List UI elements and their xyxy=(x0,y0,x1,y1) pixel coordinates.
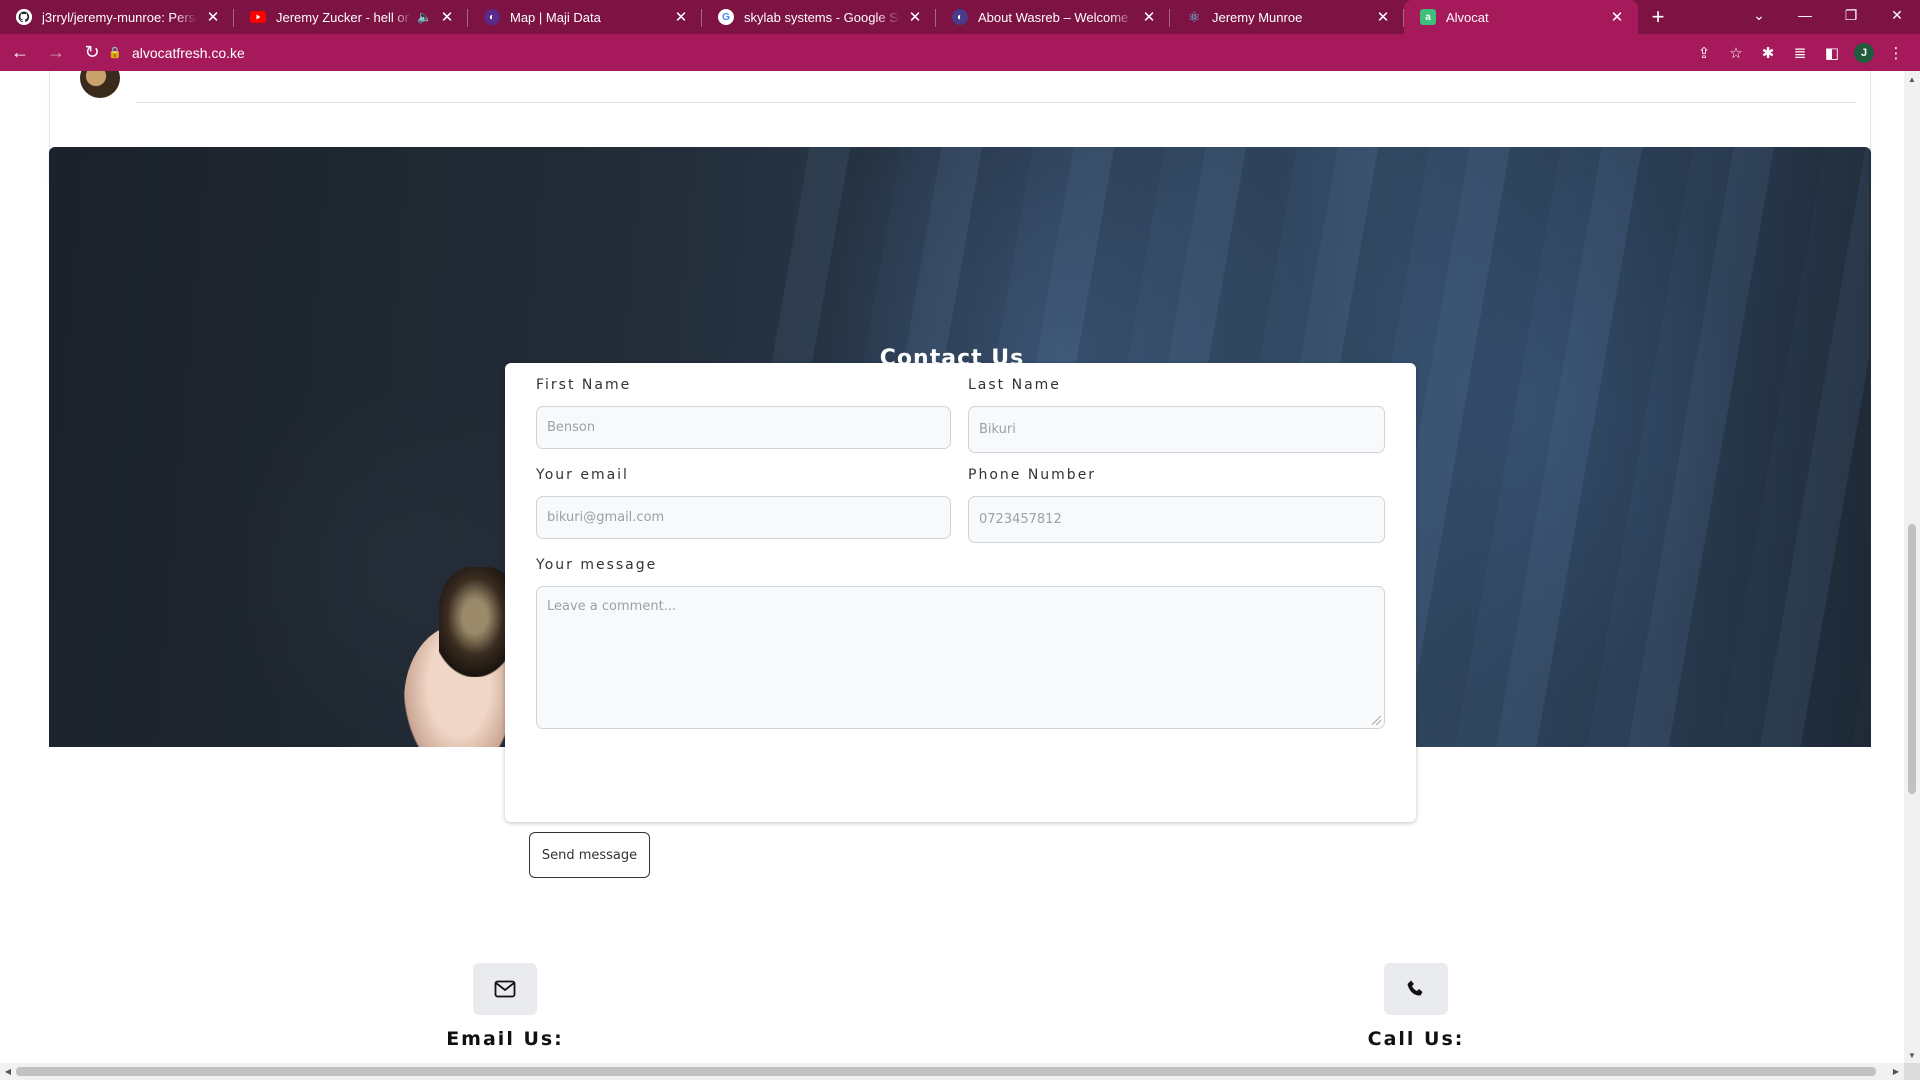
page-viewport: Contact Us First Name Benson Last Name B… xyxy=(0,71,1904,1063)
close-tab-icon[interactable]: ✕ xyxy=(204,8,222,26)
email-icon xyxy=(473,963,537,1015)
lock-icon[interactable]: 🔒 xyxy=(108,46,122,59)
tab-strip: j3rryl/jeremy-munroe: Personal Portfolio… xyxy=(0,0,1920,34)
tab-title: Alvocat xyxy=(1446,9,1489,25)
tab-github[interactable]: j3rryl/jeremy-munroe: Personal Portfolio… xyxy=(0,0,234,34)
horizontal-scroll-thumb[interactable] xyxy=(16,1067,1876,1076)
address-bar[interactable]: 🔒 alvocatfresh.co.ke xyxy=(108,38,1528,67)
send-message-button[interactable]: Send message xyxy=(529,832,650,878)
first-name-label: First Name xyxy=(536,377,632,393)
extensions-icon[interactable]: ✱ xyxy=(1752,37,1784,69)
email-label: Your email xyxy=(536,467,629,483)
first-name-field[interactable]: Benson xyxy=(536,406,951,449)
minimize-button[interactable]: — xyxy=(1782,0,1828,30)
forward-button[interactable]: → xyxy=(40,37,72,69)
last-name-label: Last Name xyxy=(968,377,1061,393)
tab-title: About Wasreb – Welcome to Wasreb xyxy=(978,9,1134,25)
close-tab-icon[interactable]: ✕ xyxy=(438,8,456,26)
scroll-up-arrow[interactable]: ▲ xyxy=(1904,71,1920,87)
tab-maji-data[interactable]: ◐ Map | Maji Data ✕ xyxy=(468,0,702,34)
back-button[interactable]: ← xyxy=(4,37,36,69)
tab-google-search[interactable]: G skylab systems - Google Search ✕ xyxy=(702,0,936,34)
contact-form: First Name Benson Last Name Bikuri Your … xyxy=(505,363,1416,878)
tab-title: Map | Maji Data xyxy=(510,9,601,25)
close-tab-icon[interactable]: ✕ xyxy=(906,8,924,26)
bookmark-star-icon[interactable]: ☆ xyxy=(1720,37,1752,69)
window-controls: ⌄ — ❐ ✕ xyxy=(1736,0,1920,34)
avatar xyxy=(80,71,120,98)
google-icon: G xyxy=(718,9,734,25)
vertical-scrollbar[interactable]: ▲ ▼ xyxy=(1904,71,1920,1063)
message-placeholder: Leave a comment... xyxy=(547,599,677,614)
tab-title: skylab systems - Google Search xyxy=(744,9,900,25)
menu-icon[interactable]: ⋮ xyxy=(1880,37,1912,69)
youtube-icon xyxy=(250,9,266,25)
scroll-right-arrow[interactable]: ▶ xyxy=(1888,1063,1904,1080)
last-name-field[interactable]: Bikuri xyxy=(968,406,1385,453)
close-tab-icon[interactable]: ✕ xyxy=(672,8,690,26)
url-text[interactable]: alvocatfresh.co.ke xyxy=(132,45,245,61)
react-icon: ⚛ xyxy=(1187,8,1201,25)
call-us-title: Call Us: xyxy=(1367,1028,1465,1050)
tab-wasreb[interactable]: ◐ About Wasreb – Welcome to Wasreb ✕ xyxy=(936,0,1170,34)
phone-icon xyxy=(1384,963,1448,1015)
tab-search-icon[interactable]: ⌄ xyxy=(1736,0,1782,30)
new-tab-button[interactable]: + xyxy=(1638,0,1678,34)
close-tab-icon[interactable]: ✕ xyxy=(1608,8,1626,26)
close-tab-icon[interactable]: ✕ xyxy=(1374,8,1392,26)
vertical-scroll-thumb[interactable] xyxy=(1908,524,1916,794)
email-field[interactable]: bikuri@gmail.com xyxy=(536,496,951,539)
profile-avatar[interactable]: J xyxy=(1848,37,1880,69)
alvocat-icon: a xyxy=(1420,9,1436,25)
tab-alvocat[interactable]: a Alvocat ✕ xyxy=(1404,0,1638,34)
tab-title: Jeremy Munroe xyxy=(1212,9,1303,25)
side-panel-icon[interactable]: ◧ xyxy=(1816,37,1848,69)
horizontal-scrollbar[interactable]: ◀ ▶ xyxy=(0,1063,1904,1080)
browser-toolbar: ← → ↻ 🔒 alvocatfresh.co.ke ⇪ ☆ ✱ ≣ ◧ J ⋮ xyxy=(0,34,1920,71)
close-window-button[interactable]: ✕ xyxy=(1874,0,1920,30)
close-tab-icon[interactable]: ✕ xyxy=(1140,8,1158,26)
tab-jeremy-munroe[interactable]: ⚛ Jeremy Munroe ✕ xyxy=(1170,0,1404,34)
message-label: Your message xyxy=(536,557,658,573)
wasreb-icon: ◐ xyxy=(952,9,968,25)
resize-handle[interactable] xyxy=(1372,716,1381,725)
message-textarea[interactable]: Leave a comment... xyxy=(536,586,1385,729)
reload-button[interactable]: ↻ xyxy=(76,37,108,69)
maji-data-icon: ◐ xyxy=(484,9,500,25)
tab-title: Jeremy Zucker - hell or flying xyxy=(276,9,413,25)
restore-button[interactable]: ❐ xyxy=(1828,0,1874,30)
scroll-left-arrow[interactable]: ◀ xyxy=(0,1063,16,1080)
speaker-icon[interactable]: 🔈 xyxy=(417,10,432,24)
phone-label: Phone Number xyxy=(968,467,1097,483)
share-icon[interactable]: ⇪ xyxy=(1688,37,1720,69)
tab-title: j3rryl/jeremy-munroe: Personal Portfolio xyxy=(42,9,198,25)
phone-field[interactable]: 0723457812 xyxy=(968,496,1385,543)
tab-youtube[interactable]: Jeremy Zucker - hell or flying 🔈 ✕ xyxy=(234,0,468,34)
github-icon xyxy=(16,9,32,25)
media-control-icon[interactable]: ≣ xyxy=(1784,37,1816,69)
email-us-title: Email Us: xyxy=(446,1028,564,1050)
toolbar-actions: ⇪ ☆ ✱ ≣ ◧ J ⋮ xyxy=(1688,36,1912,69)
divider xyxy=(136,102,1856,103)
scroll-down-arrow[interactable]: ▼ xyxy=(1904,1047,1920,1063)
